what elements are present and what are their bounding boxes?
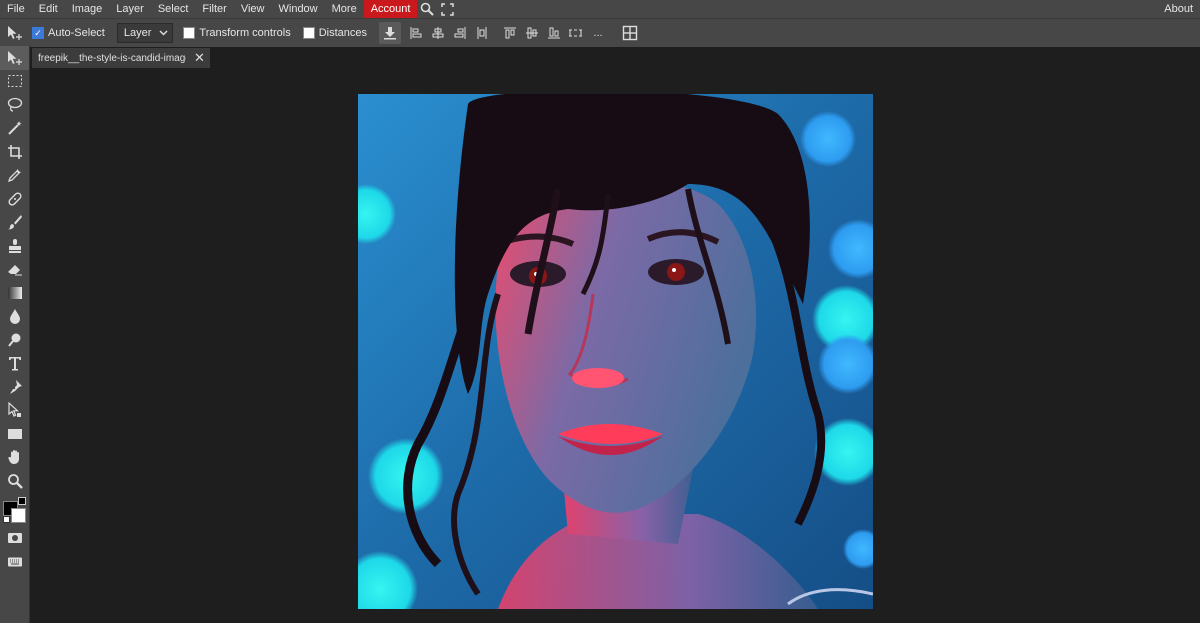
menu-layer[interactable]: Layer: [109, 0, 151, 18]
search-icon[interactable]: [417, 0, 437, 18]
crop-tool[interactable]: [0, 140, 29, 164]
eraser-tool[interactable]: [0, 258, 29, 282]
portrait-photo: [358, 94, 873, 609]
menu-view[interactable]: View: [234, 0, 272, 18]
background-color-swatch[interactable]: [11, 507, 26, 523]
document-tab-name: freepik__the-style-is-candid-image: [38, 52, 186, 64]
align-top-icon[interactable]: [499, 22, 521, 44]
zoom-tool[interactable]: [0, 469, 29, 493]
download-icon[interactable]: [379, 22, 401, 44]
gradient-icon: [7, 286, 22, 299]
brush-icon: [7, 215, 22, 230]
auto-select-target-select[interactable]: Layer: [116, 23, 174, 43]
path-select-tool[interactable]: [0, 399, 29, 423]
distances-label: Distances: [318, 27, 367, 39]
auto-select-label: Auto-Select: [48, 27, 105, 39]
align-bottom-icon[interactable]: [543, 22, 565, 44]
menu-edit[interactable]: Edit: [32, 0, 65, 18]
magic-wand-icon: [7, 121, 21, 135]
document-tab[interactable]: freepik__the-style-is-candid-image ✕: [32, 48, 210, 68]
auto-select-check-icon: ✓: [32, 27, 44, 39]
stamp-icon: [8, 238, 21, 253]
menu-select[interactable]: Select: [151, 0, 196, 18]
chevron-down-icon: [159, 30, 168, 36]
eraser-icon: [7, 265, 22, 276]
auto-select-target-value: Layer: [123, 27, 152, 39]
blur-tool[interactable]: [0, 305, 29, 329]
brush-tool[interactable]: [0, 211, 29, 235]
eyedropper-tool[interactable]: [0, 164, 29, 188]
align-center-horizontal-icon[interactable]: [427, 22, 449, 44]
menu-file[interactable]: File: [0, 0, 32, 18]
distances-checkbox[interactable]: Distances: [302, 27, 367, 39]
distribute-horizontal-icon[interactable]: [471, 22, 493, 44]
more-align-button[interactable]: ...: [587, 22, 609, 44]
drop-icon: [9, 309, 20, 325]
about-link[interactable]: About: [1157, 0, 1200, 18]
transform-controls-label: Transform controls: [199, 27, 291, 39]
menu-filter[interactable]: Filter: [195, 0, 233, 18]
default-colors-icon[interactable]: [3, 515, 10, 523]
distances-box: [302, 27, 315, 39]
path-select-icon: [7, 402, 21, 418]
align-left-icon[interactable]: [405, 22, 427, 44]
pen-icon: [9, 379, 22, 394]
lasso-icon: [7, 97, 22, 112]
close-icon[interactable]: ✕: [194, 50, 205, 66]
quick-mask-tool[interactable]: [0, 527, 29, 551]
dodge-tool[interactable]: [0, 328, 29, 352]
menu-window[interactable]: Window: [272, 0, 325, 18]
dodge-icon: [7, 333, 20, 347]
shape-tool[interactable]: [0, 422, 29, 446]
color-swatches[interactable]: [0, 493, 29, 527]
gradient-tool[interactable]: [0, 281, 29, 305]
pen-tool[interactable]: [0, 375, 29, 399]
rectangle-icon: [7, 428, 22, 439]
move-tool[interactable]: [0, 46, 29, 70]
options-bar: ✓ Auto-Select Layer Transform controls D…: [0, 18, 1200, 47]
menu-image[interactable]: Image: [65, 0, 110, 18]
menu-bar: File Edit Image Layer Select Filter View…: [0, 0, 1200, 18]
eyedropper-icon: [7, 169, 21, 183]
transform-controls-checkbox[interactable]: Transform controls: [183, 27, 291, 39]
grid-icon[interactable]: [619, 22, 641, 44]
type-icon: [8, 357, 21, 371]
fullscreen-icon[interactable]: [437, 0, 457, 18]
hand-tool[interactable]: [0, 446, 29, 470]
align-right-icon[interactable]: [449, 22, 471, 44]
move-tool-icon: [4, 22, 26, 44]
canvas-image[interactable]: [358, 94, 873, 609]
zoom-icon: [7, 473, 23, 489]
tools-panel: [0, 46, 30, 623]
keyboard-icon: [7, 557, 22, 567]
marquee-icon: [7, 75, 22, 88]
magic-wand-tool[interactable]: [0, 117, 29, 141]
distribute-vertical-icon[interactable]: [565, 22, 587, 44]
move-icon: [7, 50, 22, 65]
marquee-tool[interactable]: [0, 70, 29, 94]
quick-mask-icon: [7, 533, 22, 544]
hand-icon: [7, 450, 19, 465]
lasso-tool[interactable]: [0, 93, 29, 117]
stamp-tool[interactable]: [0, 234, 29, 258]
bandage-icon: [7, 192, 22, 206]
align-middle-icon[interactable]: [521, 22, 543, 44]
healing-tool[interactable]: [0, 187, 29, 211]
swap-colors-icon[interactable]: [18, 496, 26, 505]
account-button[interactable]: Account: [363, 0, 418, 18]
crop-icon: [7, 144, 22, 159]
transform-controls-box: [183, 27, 196, 39]
keyboard-tool[interactable]: [0, 550, 29, 574]
menu-more[interactable]: More: [325, 0, 364, 18]
type-tool[interactable]: [0, 352, 29, 376]
auto-select-checkbox[interactable]: ✓ Auto-Select: [32, 27, 105, 39]
